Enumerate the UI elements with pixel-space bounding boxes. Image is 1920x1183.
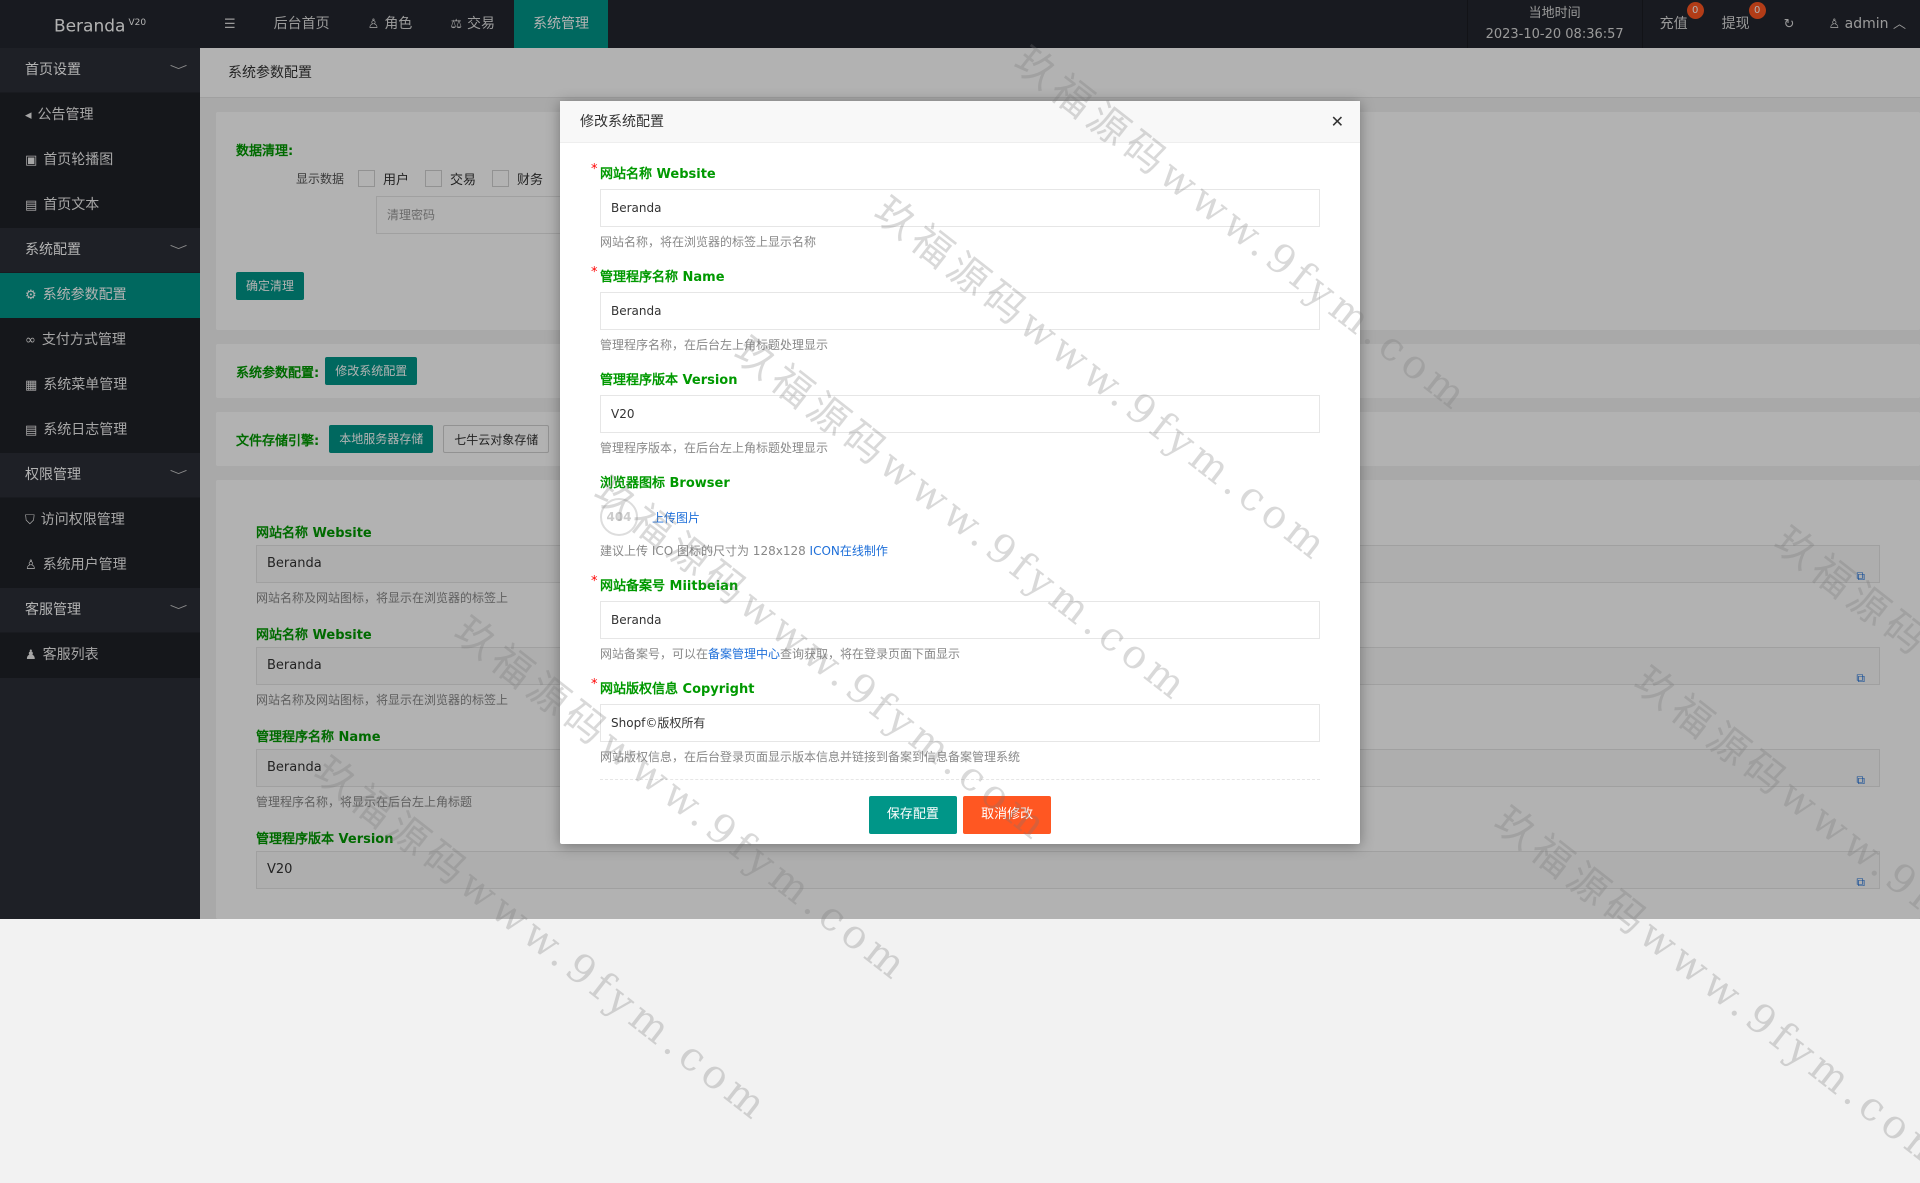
field-label: 浏览器图标 Browser <box>600 476 730 491</box>
browser-icon-preview: 404 <box>600 498 638 536</box>
icon-upload: 404 上传图片 <box>600 498 1320 536</box>
field-label: 管理程序版本 Version <box>600 373 738 388</box>
field-label: 网站备案号 Miitbeian <box>600 579 739 594</box>
copyright-input[interactable]: Shopf©版权所有 <box>600 704 1320 742</box>
upload-image-link[interactable]: 上传图片 <box>652 509 700 526</box>
beian-center-link[interactable]: 备案管理中心 <box>708 647 780 661</box>
field-hint: 建议上传 ICO 图标的尺寸为 128x128 ICON在线制作 <box>600 542 1320 559</box>
field-website: * 网站名称 Website Beranda 网站名称，将在浏览器的标签上显示名… <box>591 162 1320 250</box>
field-label: 网站版权信息 Copyright <box>600 682 755 697</box>
hint-text: 网站备案号，可以在 <box>600 647 709 661</box>
close-icon[interactable]: ✕ <box>1331 101 1344 143</box>
hint-text: 查询获取，将在登录页面下面显示 <box>780 647 961 661</box>
website-input[interactable]: Beranda <box>600 189 1320 227</box>
field-hint: 网站名称，将在浏览器的标签上显示名称 <box>600 235 817 249</box>
modal-title: 修改系统配置 <box>580 114 664 130</box>
field-label: 管理程序名称 Name <box>600 270 725 285</box>
field-hint: 管理程序版本，在后台左上角标题处理显示 <box>600 441 829 455</box>
field-label: 网站名称 Website <box>600 167 716 182</box>
field-hint: 管理程序名称，在后台左上角标题处理显示 <box>600 338 829 352</box>
icon-online-link[interactable]: ICON在线制作 <box>810 544 888 558</box>
beian-input[interactable]: Beranda <box>600 601 1320 639</box>
cancel-edit-button[interactable]: 取消修改 <box>963 796 1052 834</box>
field-app-version: 管理程序版本 Version V20 管理程序版本，在后台左上角标题处理显示 <box>600 371 1320 456</box>
save-config-button[interactable]: 保存配置 <box>868 796 957 834</box>
field-copyright: * 网站版权信息 Copyright Shopf©版权所有 网站版权信息，在后台… <box>591 677 1320 765</box>
field-browser-icon: 浏览器图标 Browser 404 上传图片 建议上传 ICO 图标的尺寸为 1… <box>600 474 1320 559</box>
field-hint: 网站备案号，可以在备案管理中心查询获取，将在登录页面下面显示 <box>600 645 1320 662</box>
field-hint: 网站版权信息，在后台登录页面显示版本信息并链接到备案到信息备案管理系统 <box>600 750 1021 764</box>
required-mark: * <box>591 162 598 177</box>
app-name-input[interactable]: Beranda <box>600 292 1320 330</box>
modal-header: 修改系统配置 ✕ <box>560 101 1360 143</box>
required-mark: * <box>591 574 598 589</box>
hint-text: 建议上传 ICO 图标的尺寸为 128x128 <box>600 544 806 558</box>
modal-body: * 网站名称 Website Beranda 网站名称，将在浏览器的标签上显示名… <box>560 143 1360 834</box>
field-app-name: * 管理程序名称 Name Beranda 管理程序名称，在后台左上角标题处理显… <box>591 265 1320 353</box>
required-mark: * <box>591 677 598 692</box>
app-version-input[interactable]: V20 <box>600 395 1320 433</box>
field-beian: * 网站备案号 Miitbeian Beranda 网站备案号，可以在备案管理中… <box>591 574 1320 662</box>
required-mark: * <box>591 265 598 280</box>
edit-config-modal: 修改系统配置 ✕ * 网站名称 Website Beranda 网站名称，将在浏… <box>560 101 1360 844</box>
modal-footer: 保存配置 取消修改 <box>600 780 1320 834</box>
